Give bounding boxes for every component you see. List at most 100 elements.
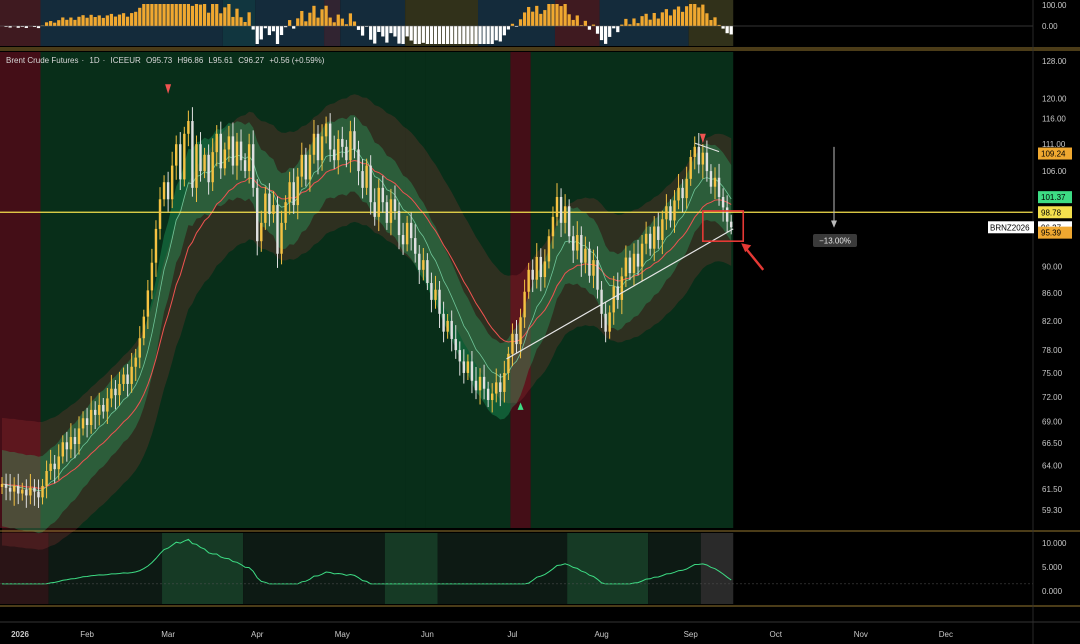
- candle-body-122: [495, 382, 498, 394]
- hist-bar-16: [65, 19, 69, 26]
- candle-body-130: [527, 269, 530, 292]
- candle-body-120: [486, 388, 490, 401]
- candle-body-104: [422, 260, 425, 270]
- hist-bar-120: [486, 26, 490, 44]
- month-label-8: Sep: [684, 630, 699, 639]
- hist-bar-77: [312, 5, 316, 26]
- hist-bar-138: [559, 6, 563, 26]
- candle-body-143: [580, 235, 583, 263]
- candle-body-82: [332, 149, 336, 161]
- hist-bar-94: [381, 26, 385, 37]
- hist-bar-93: [377, 26, 381, 32]
- hist-bar-123: [498, 26, 502, 42]
- hist-bar-19: [77, 16, 81, 26]
- hist-bar-116: [470, 26, 474, 44]
- candle-body-110: [446, 320, 449, 332]
- candle-body-77: [312, 133, 316, 155]
- candle-body-16: [65, 442, 69, 450]
- hist-bar-39: [158, 4, 162, 26]
- hist-bar-152: [616, 26, 620, 33]
- candle-body-151: [612, 286, 615, 313]
- candle-body-23: [93, 409, 97, 415]
- candle-body-74: [300, 154, 304, 177]
- candle-body-128: [519, 317, 522, 345]
- candle-body-162: [657, 226, 660, 240]
- candle-body-116: [470, 361, 474, 381]
- candle-body-88: [357, 149, 360, 172]
- hist-bar-145: [587, 26, 592, 30]
- candle-body-39: [158, 199, 162, 229]
- candle-body-24: [98, 404, 101, 415]
- candle-body-99: [401, 235, 405, 245]
- candle-body-91: [369, 165, 372, 203]
- hist-bar-136: [551, 4, 555, 26]
- hist-bar-14: [57, 20, 61, 26]
- hist-bar-91: [369, 26, 373, 40]
- candle-body-11: [45, 471, 48, 486]
- candle-body-157: [636, 253, 640, 267]
- candle-body-168: [681, 187, 684, 199]
- hist-bar-130: [527, 6, 531, 26]
- close-value: 96.27: [244, 56, 265, 65]
- candle-body-177: [717, 177, 721, 197]
- hist-bar-82: [332, 22, 336, 26]
- hist-bar-170: [689, 4, 693, 26]
- candle-body-171: [693, 146, 696, 157]
- price-chart[interactable]: −13.00%128.00120.00116.00111.00106.0090.…: [0, 0, 1080, 644]
- hist-bar-51: [207, 12, 211, 26]
- candle-body-92: [373, 202, 376, 217]
- hist-bar-9: [36, 26, 41, 29]
- candle-body-19: [77, 428, 81, 445]
- hist-bar-114: [462, 26, 466, 44]
- candle-body-161: [653, 226, 656, 249]
- hist-bar-159: [644, 13, 648, 26]
- candle-body-149: [604, 313, 607, 332]
- hist-bar-173: [701, 4, 705, 26]
- hist-bar-175: [709, 20, 713, 26]
- regime-zone-2: [405, 52, 426, 528]
- hist-bar-160: [648, 19, 652, 26]
- candle-body-1: [4, 484, 8, 488]
- hist-bar-104: [421, 26, 425, 43]
- candle-body-178: [721, 196, 725, 208]
- candle-body-64: [260, 222, 263, 242]
- hist-bar-137: [555, 4, 559, 26]
- candle-body-36: [146, 290, 150, 317]
- hist-bar-27: [109, 13, 114, 26]
- hist-bar-89: [360, 26, 365, 36]
- bottom-zone-3: [243, 533, 385, 604]
- exchange: ICEEUR: [110, 56, 141, 65]
- hist-bar-112: [454, 26, 458, 44]
- candle-body-2: [8, 487, 12, 492]
- price-tick-12: 78.00: [1042, 346, 1063, 355]
- hist-bar-178: [721, 26, 725, 29]
- bottom-zone-7: [648, 533, 701, 604]
- candle-body-58: [235, 141, 239, 166]
- price-tick-1: 120.00: [1042, 95, 1067, 104]
- candle-body-35: [142, 316, 146, 339]
- hist-bar-87: [352, 21, 357, 26]
- candle-body-160: [648, 233, 652, 249]
- hist-bar-45: [182, 4, 186, 26]
- hist-bar-100: [405, 26, 409, 37]
- hist-bar-108: [437, 26, 442, 44]
- candle-body-13: [53, 463, 56, 470]
- hist-bar-41: [166, 4, 170, 26]
- hist-bar-140: [567, 14, 571, 26]
- hist-bar-73: [296, 18, 300, 26]
- month-label-4: May: [335, 630, 350, 639]
- candle-body-60: [243, 160, 247, 172]
- hist-bar-167: [676, 6, 681, 26]
- hist-bar-168: [680, 11, 685, 26]
- top-tick-0: 100.00: [1042, 1, 1067, 10]
- month-label-6: Jul: [507, 630, 517, 639]
- hist-bar-23: [93, 17, 97, 26]
- candle-body-43: [175, 144, 178, 166]
- candle-body-73: [296, 176, 299, 206]
- hist-bar-132: [535, 5, 539, 26]
- price-tick-9: 90.00: [1042, 263, 1063, 272]
- candle-body-12: [49, 463, 52, 472]
- hist-bar-109: [441, 26, 446, 44]
- candle-body-81: [328, 123, 332, 150]
- candle-body-0: [0, 484, 4, 487]
